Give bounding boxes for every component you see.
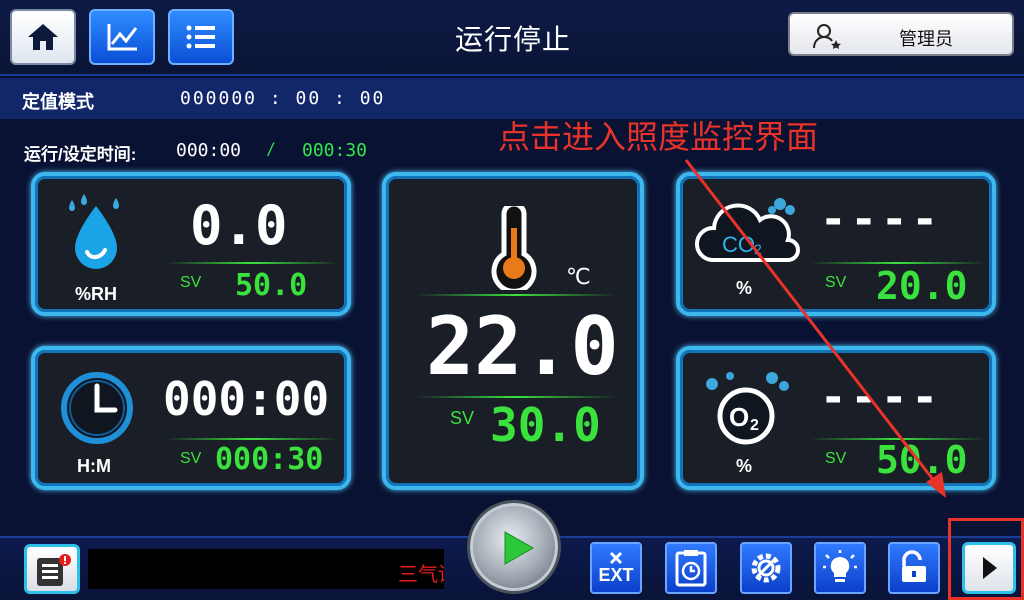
time-pv: 000:00 bbox=[163, 372, 330, 426]
thermometer-icon bbox=[491, 206, 537, 290]
clock-icon bbox=[61, 372, 133, 444]
mode-time: 000000 : 00 : 00 bbox=[180, 88, 386, 109]
run-elapsed: 000:00 bbox=[176, 140, 242, 161]
play-icon bbox=[504, 531, 535, 565]
temperature-sv: 30.0 bbox=[490, 398, 601, 452]
alarm-list-icon bbox=[37, 554, 71, 586]
time-panel[interactable]: H:M 000:00 SV 000:30 bbox=[31, 346, 351, 490]
o2-bubble-icon: O 2 bbox=[706, 372, 789, 445]
divider-line bbox=[416, 294, 616, 296]
o2-pv: ---- bbox=[820, 372, 942, 423]
divider-line bbox=[165, 438, 340, 440]
gear-icon bbox=[751, 553, 781, 583]
temperature-pv: 22.0 bbox=[426, 300, 619, 393]
annotation-text: 点击进入照度监控界面 bbox=[498, 119, 819, 155]
home-icon bbox=[28, 24, 58, 50]
exit-label: EXT bbox=[598, 565, 634, 585]
humidity-unit: %RH bbox=[75, 284, 118, 304]
temperature-sv-label: SV bbox=[450, 408, 475, 428]
o2-sv: 50.0 bbox=[876, 438, 968, 482]
run-set-time: 000:30 bbox=[302, 140, 368, 161]
run-separator: / bbox=[268, 140, 274, 160]
timer-log-button[interactable] bbox=[665, 542, 717, 594]
humidity-sv: 50.0 bbox=[235, 268, 308, 303]
user-button[interactable]: 管理员 bbox=[788, 12, 1014, 56]
run-time-label: 运行/设定时间: bbox=[24, 145, 137, 164]
alarm-log-button[interactable] bbox=[24, 544, 80, 594]
light-bulb-icon bbox=[823, 550, 857, 582]
user-label: 管理员 bbox=[899, 29, 953, 49]
time-unit: H:M bbox=[77, 456, 111, 476]
co2-icon-sub: 2 bbox=[754, 241, 762, 257]
o2-icon-sub: 2 bbox=[750, 417, 759, 434]
humidity-drop-icon bbox=[69, 194, 119, 269]
light-button[interactable] bbox=[814, 542, 866, 594]
highlight-box bbox=[948, 518, 1024, 600]
chart-button[interactable] bbox=[89, 9, 155, 65]
time-sv-label: SV bbox=[180, 450, 202, 467]
co2-pv: ---- bbox=[820, 194, 942, 245]
mode-label: 定值模式 bbox=[22, 92, 94, 112]
humidity-panel[interactable]: %RH 0.0 SV 50.0 bbox=[31, 172, 351, 316]
o2-panel[interactable]: O 2 % ---- SV 50.0 bbox=[676, 346, 996, 490]
start-button[interactable] bbox=[470, 503, 558, 591]
temperature-panel[interactable]: ℃ 22.0 SV 30.0 bbox=[382, 172, 644, 490]
co2-sv-label: SV bbox=[825, 274, 847, 291]
home-button[interactable] bbox=[10, 9, 76, 65]
lock-button[interactable] bbox=[888, 542, 940, 594]
list-button[interactable] bbox=[168, 9, 234, 65]
co2-sv: 20.0 bbox=[876, 264, 968, 308]
user-icon bbox=[813, 24, 841, 49]
settings-button[interactable] bbox=[740, 542, 792, 594]
o2-icon-text: O bbox=[729, 402, 749, 432]
co2-cloud-icon: CO 2 bbox=[695, 198, 800, 262]
time-sv: 000:30 bbox=[215, 442, 324, 477]
o2-sv-label: SV bbox=[825, 450, 847, 467]
clipboard-timer-icon bbox=[675, 550, 707, 587]
alarm-ticker: 三气调 bbox=[88, 549, 444, 589]
temperature-unit: ℃ bbox=[566, 264, 591, 289]
humidity-pv: 0.0 bbox=[190, 194, 288, 257]
co2-icon-text: CO bbox=[722, 232, 755, 257]
list-icon bbox=[186, 25, 215, 49]
ticker-text: 三气调 bbox=[398, 564, 444, 586]
chart-icon bbox=[107, 24, 138, 51]
unlock-icon bbox=[902, 550, 926, 582]
co2-panel[interactable]: CO 2 % ---- SV 20.0 bbox=[676, 172, 996, 316]
humidity-sv-label: SV bbox=[180, 274, 202, 291]
exit-button[interactable]: EXT bbox=[590, 542, 642, 594]
exit-icon bbox=[609, 551, 623, 565]
o2-unit: % bbox=[736, 456, 753, 476]
divider-line bbox=[165, 262, 340, 264]
co2-unit: % bbox=[736, 278, 753, 298]
page-title: 运行停止 bbox=[454, 24, 571, 55]
